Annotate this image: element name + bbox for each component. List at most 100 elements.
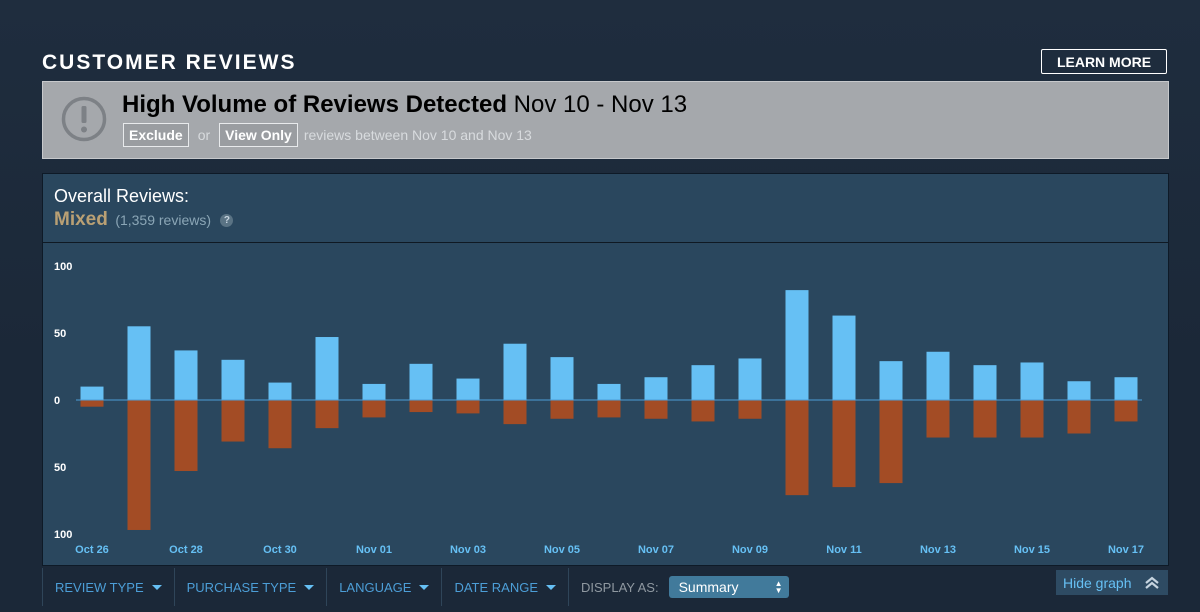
alert-title-bold: High Volume of Reviews Detected	[122, 91, 507, 118]
bar-negative	[362, 400, 386, 418]
review-histogram-chart: 10050050100Oct 26 Oct 28 Oct 30 Nov 01 Nov 0…	[54, 261, 1144, 556]
filter-label: DATE RANGE	[454, 579, 539, 595]
bar-negative	[1020, 400, 1044, 438]
bar-negative	[879, 400, 903, 484]
caret-down-icon	[419, 584, 430, 590]
exclude-button[interactable]: Exclude	[123, 123, 189, 147]
bar-negative	[926, 400, 950, 438]
bar-positive	[691, 365, 715, 400]
bar-negative	[1114, 400, 1138, 422]
bar-positive	[1067, 381, 1091, 400]
y-tick-label: 100	[54, 529, 72, 541]
filter-label: PURCHASE TYPE	[186, 579, 297, 595]
bar-positive	[644, 377, 668, 400]
bar-positive	[268, 382, 292, 400]
alert-title: High Volume of Reviews Detected Nov 10 -…	[122, 91, 687, 119]
x-tick-label: Nov 01	[356, 544, 392, 556]
select-arrows-icon: ▲ ▼	[774, 579, 783, 595]
bar-negative	[973, 400, 997, 438]
review-summary: Mixed (1,359 reviews) ?	[54, 209, 234, 231]
bar-negative	[691, 400, 715, 422]
bar-negative	[597, 400, 621, 418]
bar-positive	[785, 290, 809, 400]
bar-positive	[738, 358, 762, 400]
caret-down-icon	[151, 584, 162, 590]
display-as-value: Summary	[678, 579, 739, 595]
bar-negative	[785, 400, 809, 496]
display-as-select[interactable]: Summary ▲ ▼	[668, 576, 789, 598]
bar-positive	[174, 350, 198, 400]
filter-toolbar: REVIEW TYPE PURCHASE TYPE LANGUAGE DATE …	[42, 568, 1169, 606]
bar-positive	[315, 337, 339, 400]
display-as-group: DISPLAY AS: Summary ▲ ▼	[569, 568, 789, 606]
filter-label: LANGUAGE	[339, 579, 412, 595]
bar-negative	[221, 400, 245, 442]
x-tick-label: Nov 03	[450, 544, 486, 556]
bar-negative	[456, 400, 480, 414]
alert-date-range: Nov 10 - Nov 13	[513, 91, 688, 118]
bar-positive	[973, 365, 997, 400]
hide-graph-label: Hide graph	[1063, 574, 1132, 591]
x-tick-label: Nov 11	[826, 544, 861, 556]
x-tick-label: Nov 13	[920, 544, 956, 556]
filter-label: REVIEW TYPE	[55, 579, 144, 595]
y-tick-label: 50	[54, 328, 66, 340]
filter-purchase-type[interactable]: PURCHASE TYPE	[175, 568, 328, 606]
bar-positive	[832, 315, 856, 400]
x-tick-label: Oct 30	[263, 544, 297, 556]
bar-positive	[550, 357, 574, 400]
bar-positive	[409, 363, 433, 400]
alert-description: reviews between Nov 10 and Nov 13	[303, 127, 532, 143]
bar-negative	[550, 400, 574, 419]
alert-actions: Exclude or View Only reviews between Nov…	[123, 123, 532, 147]
hide-graph-button[interactable]: Hide graph	[1056, 570, 1168, 595]
help-icon[interactable]: ?	[220, 214, 234, 227]
y-tick-label: 100	[54, 261, 72, 273]
caret-down-icon	[546, 584, 557, 590]
bar-positive	[362, 383, 386, 400]
filter-date-range[interactable]: DATE RANGE	[442, 568, 570, 606]
bar-positive	[879, 361, 903, 400]
bar-positive	[127, 326, 151, 400]
or-text: or	[197, 127, 211, 143]
x-tick-label: Nov 15	[1014, 544, 1050, 556]
view-only-button[interactable]: View Only	[219, 123, 298, 147]
x-tick-label: Nov 09	[732, 544, 768, 556]
review-rating: Mixed	[54, 209, 108, 230]
bar-negative	[315, 400, 339, 429]
bar-negative	[127, 400, 151, 530]
bar-negative	[644, 400, 668, 419]
bar-positive	[597, 383, 621, 400]
bar-negative	[1067, 400, 1091, 434]
filter-language[interactable]: LANGUAGE	[327, 568, 443, 606]
learn-more-button[interactable]: LEARN MORE	[1041, 49, 1167, 74]
review-count: (1,359 reviews)	[115, 212, 212, 228]
x-tick-label: Nov 17	[1108, 544, 1144, 556]
x-tick-label: Nov 05	[544, 544, 580, 556]
filter-review-type[interactable]: REVIEW TYPE	[42, 568, 175, 606]
high-volume-alert: High Volume of Reviews Detected Nov 10 -…	[42, 81, 1169, 159]
overall-reviews-label: Overall Reviews:	[54, 186, 190, 206]
bar-negative	[409, 400, 433, 413]
exclamation-circle-icon	[61, 96, 107, 142]
bar-positive	[456, 378, 480, 400]
bar-negative	[268, 400, 292, 449]
bar-positive	[1114, 377, 1138, 400]
caret-down-icon	[304, 584, 315, 590]
x-tick-label: Nov 07	[638, 544, 674, 556]
bar-negative	[738, 400, 762, 419]
y-tick-label: 50	[54, 462, 66, 474]
bar-positive	[1020, 362, 1044, 400]
x-tick-label: Oct 26	[75, 544, 109, 556]
bar-positive	[926, 351, 950, 400]
double-chevron-up-icon	[1144, 576, 1159, 589]
x-tick-label: Oct 28	[169, 544, 203, 556]
bar-negative	[503, 400, 527, 425]
bar-positive	[80, 386, 104, 400]
section-title: CUSTOMER REVIEWS	[42, 51, 297, 74]
bar-positive	[503, 343, 527, 400]
display-as-label: DISPLAY AS:	[581, 579, 659, 595]
bar-negative	[174, 400, 198, 472]
y-tick-label: 0	[54, 395, 60, 407]
bar-positive	[221, 359, 245, 400]
